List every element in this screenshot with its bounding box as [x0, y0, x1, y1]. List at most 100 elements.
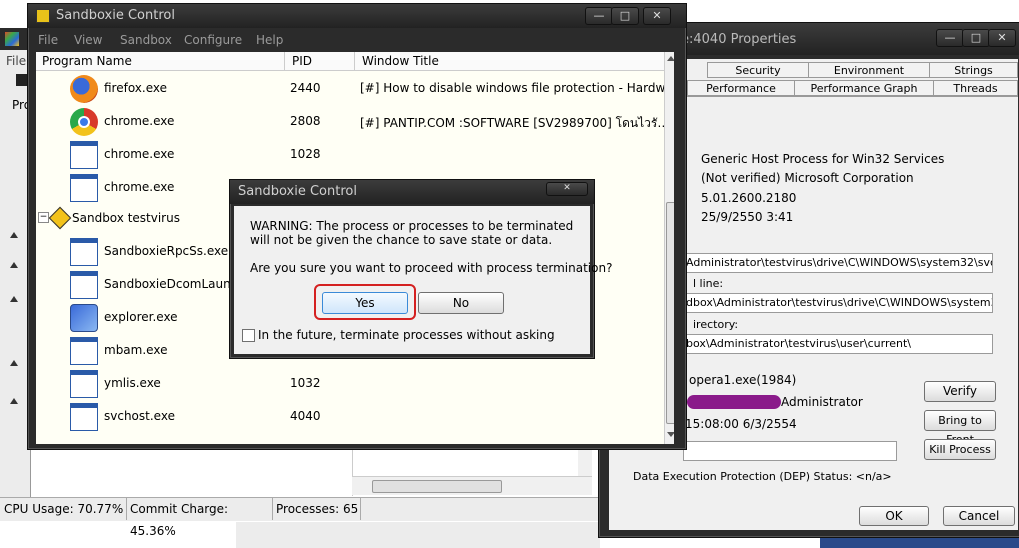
minimize-button[interactable]: — [936, 29, 964, 47]
version-text: 5.01.2600.2180 [701, 191, 797, 205]
directory-field[interactable]: box\Administrator\testvirus\user\current… [683, 334, 993, 354]
sandbox-icon [48, 206, 72, 230]
directory-label: irectory: [693, 318, 739, 331]
vertical-scrollbar[interactable] [664, 52, 674, 444]
window-icon [70, 141, 98, 169]
tree-marker [10, 398, 18, 404]
list-item[interactable]: svchost.exe 4040 [36, 401, 664, 433]
window-title-value: [#] PANTIP.COM :SOFTWARE [SV2989700] โดน… [360, 116, 670, 130]
tab-performance[interactable]: Performance [687, 80, 795, 96]
chrome-icon [70, 108, 98, 136]
user-text: Administrator [781, 395, 863, 409]
menu-sandbox[interactable]: Sandbox [120, 33, 172, 47]
confirm-question: Are you sure you want to proceed with pr… [250, 261, 613, 275]
column-pid[interactable]: PID [292, 52, 312, 70]
pid-value: 4040 [290, 409, 321, 423]
close-button[interactable]: ✕ [643, 7, 671, 25]
program-name: SandboxieRpcSs.exe [104, 244, 229, 258]
description-text: Generic Host Process for Win32 Services [701, 152, 945, 166]
explorer-icon [70, 304, 98, 332]
program-name: svchost.exe [104, 409, 175, 423]
program-name: ymlis.exe [104, 376, 161, 390]
window-icon [70, 271, 98, 299]
app-icon [5, 32, 19, 46]
window-icon [70, 337, 98, 365]
list-item[interactable]: chrome.exe 2808 [#] PANTIP.COM :SOFTWARE… [36, 106, 669, 138]
program-name: chrome.exe [104, 180, 175, 194]
tree-marker [10, 296, 18, 302]
desktop-bottom [236, 522, 600, 548]
warning-line-2: will not be given the chance to save sta… [250, 233, 553, 247]
future-terminate-checkbox[interactable] [242, 329, 255, 342]
scroll-up-arrow[interactable] [667, 56, 674, 61]
menu-help[interactable]: Help [256, 33, 283, 47]
close-button[interactable]: ✕ [988, 29, 1016, 47]
column-window-title[interactable]: Window Title [362, 52, 439, 70]
bring-to-front-button[interactable]: Bring to Front [924, 410, 996, 446]
cmdline-field[interactable]: dbox\Administrator\testvirus\drive\C\WIN… [683, 293, 993, 313]
list-item[interactable]: chrome.exe 1028 [36, 139, 664, 171]
tree-marker [10, 232, 18, 238]
background-vscrollbar[interactable] [578, 446, 592, 476]
sandboxie-title: Sandboxie Control [56, 8, 175, 23]
no-button[interactable]: No [418, 292, 504, 314]
program-name: chrome.exe [104, 114, 175, 128]
dialog-titlebar[interactable]: Sandboxie Control ✕ [230, 180, 594, 204]
maximize-button[interactable]: □ [611, 7, 639, 25]
dialog-body: WARNING: The process or processes to be … [234, 206, 612, 354]
chrome-icon-center [78, 116, 90, 128]
commit-charge: Commit Charge: 45.36% [126, 498, 273, 538]
firefox-icon [70, 75, 98, 103]
column-divider [354, 52, 355, 70]
tab-threads[interactable]: Threads [933, 80, 1018, 96]
tab-environment[interactable]: Environment [808, 62, 930, 78]
image-path-field[interactable]: Administrator\testvirus\drive\C\WINDOWS\… [683, 253, 993, 273]
sandboxie-logo-icon [36, 9, 50, 23]
parent-text: opera1.exe(1984) [689, 373, 797, 387]
cmdline-label: l line: [693, 277, 724, 290]
list-item[interactable]: ymlis.exe 1032 [36, 368, 664, 400]
properties-title: e:4040 Properties [681, 32, 797, 47]
ok-button[interactable]: OK [859, 506, 929, 526]
redacted-username [687, 395, 781, 409]
menu-bar: File View Sandbox Configure Help [30, 30, 682, 50]
menu-configure[interactable]: Configure [184, 33, 242, 47]
column-program-name[interactable]: Program Name [42, 52, 132, 70]
program-name: explorer.exe [104, 310, 178, 324]
window-icon [70, 174, 98, 202]
background-scrollbar[interactable] [352, 476, 592, 495]
scroll-thumb[interactable] [666, 202, 674, 424]
kill-process-button[interactable]: Kill Process [924, 439, 996, 460]
status-bar: CPU Usage: 70.77% Commit Charge: 45.36% … [0, 497, 600, 538]
menu-file[interactable]: File [38, 33, 58, 47]
program-name: SandboxieDcomLaunch [104, 277, 245, 291]
time-text: 25/9/2550 3:41 [701, 210, 794, 224]
sandboxie-titlebar[interactable]: Sandboxie Control — □ ✕ [28, 4, 686, 28]
pid-value: 2440 [290, 81, 321, 95]
program-name: firefox.exe [104, 81, 168, 95]
minimize-button[interactable]: — [585, 7, 613, 25]
tab-performance-graph[interactable]: Performance Graph [794, 80, 934, 96]
pid-value: 2808 [290, 114, 321, 128]
background-file-menu[interactable]: File [6, 54, 26, 68]
tab-strings[interactable]: Strings [929, 62, 1018, 78]
maximize-button[interactable]: □ [962, 29, 990, 47]
cpu-usage: CPU Usage: 70.77% [0, 498, 127, 520]
cancel-button[interactable]: Cancel [943, 506, 1015, 526]
list-item[interactable]: firefox.exe 2440 [#] How to disable wind… [36, 73, 674, 105]
scroll-down-arrow[interactable] [667, 432, 674, 437]
close-button[interactable]: ✕ [546, 182, 588, 196]
program-name: chrome.exe [104, 147, 175, 161]
menu-view[interactable]: View [74, 33, 102, 47]
verify-button[interactable]: Verify [924, 381, 996, 402]
yes-button[interactable]: Yes [322, 292, 408, 314]
tab-security[interactable]: Security [707, 62, 809, 78]
checkbox-label: In the future, terminate processes witho… [258, 328, 555, 342]
sandbox-name: Sandbox testvirus [72, 211, 180, 225]
window-icon [70, 370, 98, 398]
confirm-dialog: Sandboxie Control ✕ WARNING: The process… [229, 179, 612, 359]
started-text: 15:08:00 6/3/2554 [685, 417, 797, 431]
dep-status: Data Execution Protection (DEP) Status: … [633, 470, 892, 483]
scroll-thumb[interactable] [372, 480, 502, 493]
comment-field[interactable] [683, 441, 897, 461]
